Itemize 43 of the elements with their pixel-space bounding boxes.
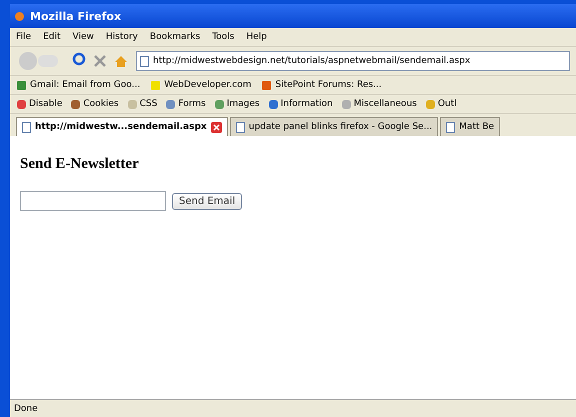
toolbar-icon [126, 98, 138, 110]
bookmark-link[interactable]: WebDeveloper.com [164, 80, 252, 90]
menu-item[interactable]: Help [246, 32, 267, 42]
menu-item[interactable]: Bookmarks [150, 32, 200, 42]
menu-item[interactable]: History [106, 32, 138, 42]
menu-item[interactable]: Tools [212, 32, 234, 42]
toolbar-menu[interactable]: Images [226, 99, 260, 109]
menu-item[interactable]: View [72, 32, 94, 42]
toolbar-icon [214, 98, 225, 110]
page-icon [236, 122, 245, 132]
toolbar-icon [268, 98, 279, 110]
page-icon [22, 122, 31, 132]
browser-tab[interactable]: update panel blinks firefox - Google Se... [230, 117, 438, 136]
email-input[interactable] [20, 191, 166, 211]
toolbar-menu[interactable]: Miscellaneous [354, 99, 417, 109]
toolbar-icon [70, 98, 82, 110]
page-heading: Send E-Newsletter [20, 156, 140, 173]
stop-icon[interactable] [94, 55, 106, 67]
menu-item[interactable]: Edit [43, 32, 60, 42]
toolbar-menu[interactable]: Disable [29, 99, 62, 109]
bookmark-link[interactable]: SitePoint Forums: Res... [275, 80, 382, 90]
bookmark-link[interactable]: Gmail: Email from Goo... [30, 80, 140, 90]
toolbar-icon [165, 98, 176, 110]
toolbar-icon [424, 98, 436, 110]
toolbar-menu[interactable]: Outl [438, 99, 457, 109]
close-icon[interactable] [210, 122, 222, 132]
window-title: Mozilla Firefox [30, 10, 122, 22]
status-text: Done [14, 404, 38, 414]
home-icon[interactable] [114, 54, 128, 68]
browser-tab[interactable]: Matt Be [440, 117, 500, 136]
toolbar-icon [340, 98, 352, 110]
toolbar-icon [16, 98, 27, 110]
toolbar-menu[interactable]: Cookies [83, 99, 119, 109]
browser-tab[interactable]: http://midwestw...sendemail.aspx [16, 117, 228, 136]
toolbar-menu[interactable]: Forms [178, 99, 206, 109]
menu-item[interactable]: File [16, 32, 32, 42]
toolbar-menu[interactable]: Information [280, 99, 333, 109]
page-icon [140, 56, 149, 66]
page-icon [446, 122, 456, 132]
toolbar-menu[interactable]: CSS [140, 99, 158, 109]
address-field[interactable]: http://midwestwebdesign.net/tutorials/aspnetwebmail/sendemail.aspx [136, 51, 570, 71]
site-logo-icon [150, 80, 162, 90]
send-email-button[interactable]: Send Email [172, 192, 242, 210]
